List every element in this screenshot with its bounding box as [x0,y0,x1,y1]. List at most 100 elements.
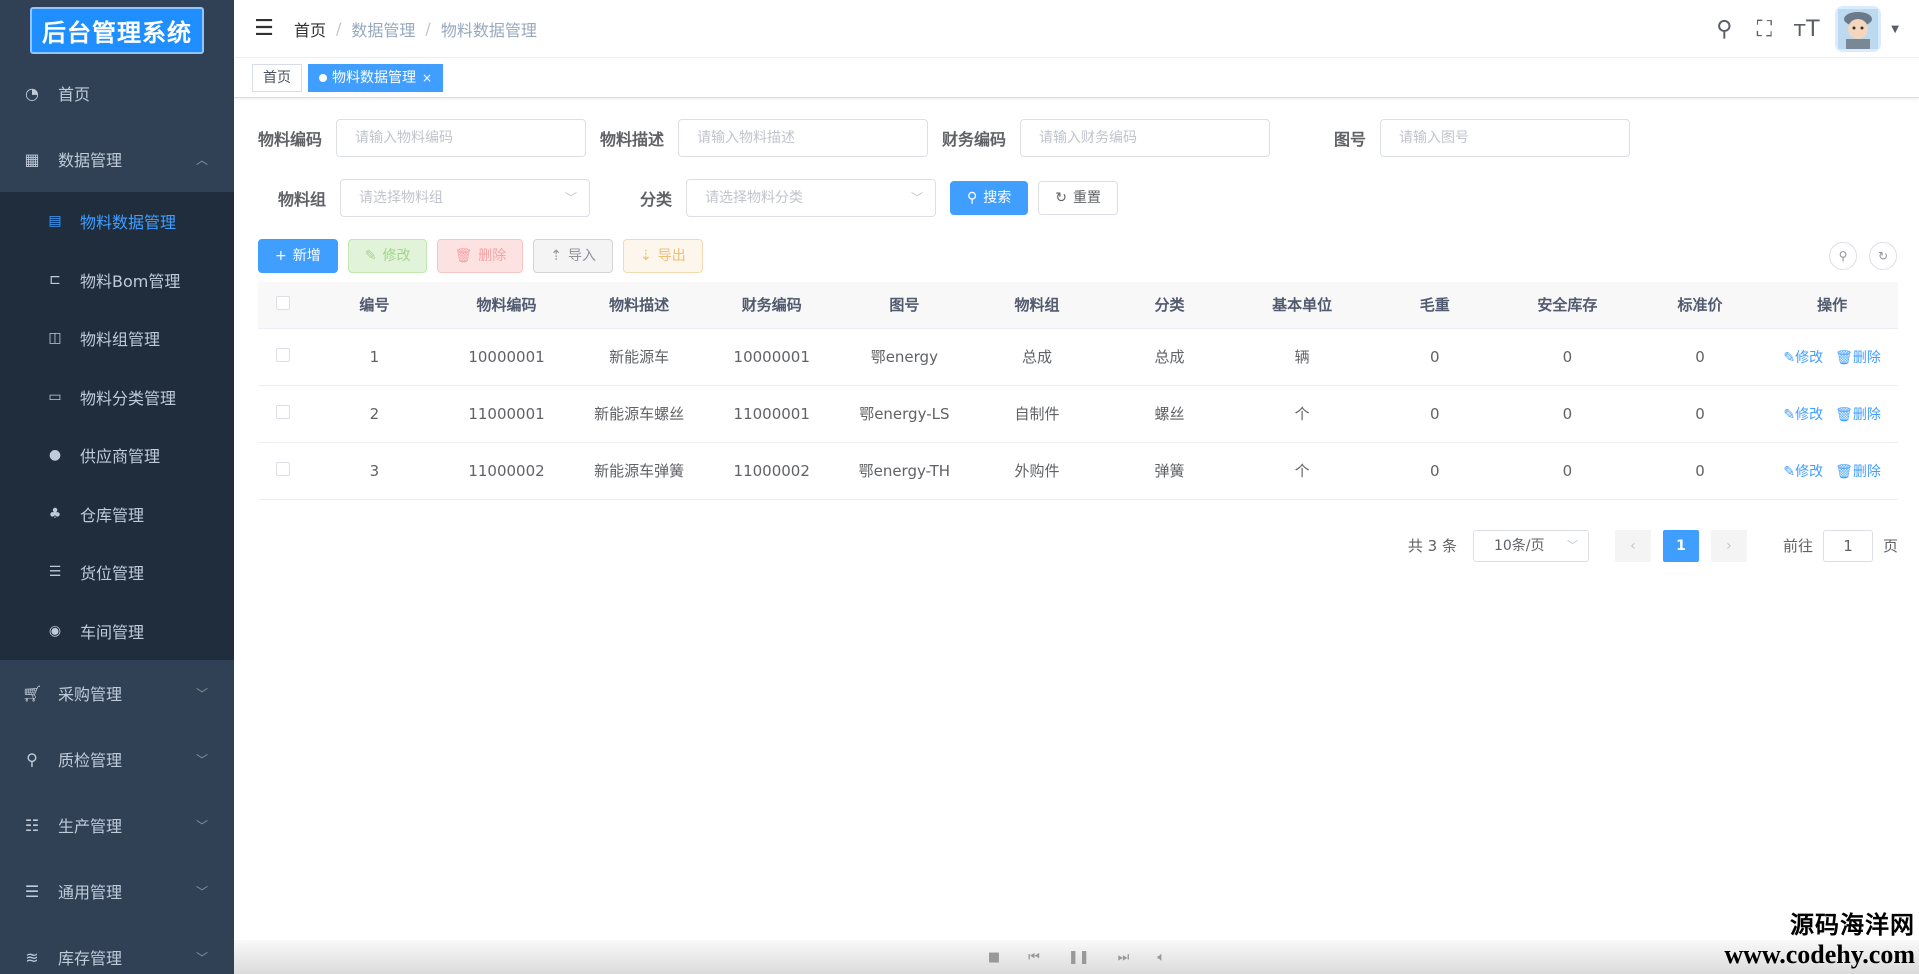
sidebar-item-production[interactable]: ☷ 生产管理 ﹀ [0,792,234,858]
row-delete-link[interactable]: 🗑︎删除 [1835,407,1881,423]
material-table: 编号 物料编码 物料描述 财务编码 图号 物料组 分类 基本单位 毛重 安全库存… [258,282,1898,500]
chevron-down-icon: ﹀ [195,884,208,899]
table-cell: 鄂energy [838,328,971,386]
chevron-down-icon: ﹀ [564,191,577,205]
sidebar-item-material-group[interactable]: ◫ 物料组管理 [0,309,234,368]
search-toggle-icon[interactable]: ⚲ [1829,242,1857,270]
edit-button[interactable]: ✎ 修改 [347,239,428,273]
goto-page-input[interactable]: 1 [1822,529,1873,562]
page-suffix: 页 [1882,537,1898,555]
breadcrumb-separator: / [336,19,342,38]
hamburger-icon[interactable]: ☰ [234,16,294,41]
row-edit-link[interactable]: ✎修改 [1783,350,1823,366]
breadcrumb-home[interactable]: 首页 [294,17,326,41]
category-placeholder: 请选择物料分类 [705,190,803,206]
row-edit-link[interactable]: ✎修改 [1783,407,1823,423]
tags-view: 首页 物料数据管理 × [234,58,1919,98]
export-button[interactable]: ⇣ 导出 [622,239,703,273]
plus-icon: + [275,248,287,264]
material-group-select[interactable]: 请选择物料组 ﹀ [340,179,590,217]
sidebar-item-material-category[interactable]: ▭ 物料分类管理 [0,368,234,427]
reset-button[interactable]: ↻ 重置 [1038,181,1118,215]
active-dot-icon [319,73,327,82]
sidebar-item-material-bom[interactable]: ⊏ 物料Bom管理 [0,251,234,310]
logo-text: 后台管理系统 [30,6,204,54]
caret-down-icon[interactable]: ▼ [1891,24,1899,35]
tag-home[interactable]: 首页 [252,63,302,92]
logo: 后台管理系统 [0,0,234,60]
rectangle-icon: ▭ [48,388,62,405]
watermark-line2: www.codehy.com [1724,940,1915,969]
font-size-icon[interactable]: ᴛT [1793,17,1819,42]
page-size-value: 10条/页 [1493,537,1545,554]
volume-icon[interactable]: 🔈︎ [1157,950,1165,965]
sidebar-item-location[interactable]: ☰ 货位管理 [0,543,234,602]
pause-icon[interactable]: ❚❚ [1068,950,1090,965]
table-cell: 新能源车 [572,328,706,386]
stop-icon[interactable]: ■ [988,950,1000,965]
actions-cell: ✎修改 🗑︎删除 [1766,328,1898,386]
material-desc-label: 物料描述 [600,130,665,149]
category-select[interactable]: 请选择物料分类 ﹀ [686,179,936,217]
material-code-input[interactable]: 请输入物料编码 [336,119,587,157]
search-button[interactable]: ⚲ 搜索 [950,181,1029,215]
edit-icon: ✎ [1783,463,1796,480]
select-all-checkbox[interactable] [276,295,291,310]
table-cell: 0 [1368,385,1502,443]
finance-code-input[interactable]: 请输入财务编码 [1020,119,1271,157]
actions-cell: ✎修改 🗑︎删除 [1766,385,1898,443]
prev-page-button[interactable]: ‹ [1614,529,1651,562]
import-button-label: 导入 [567,248,596,264]
watermark-line1: 源码海洋网 [1790,910,1915,939]
row-checkbox[interactable] [276,347,291,362]
drawing-no-input[interactable]: 请输入图号 [1380,119,1631,157]
sidebar-item-quality[interactable]: ⚲ 质检管理 ﹀ [0,726,234,792]
sidebar-item-workshop[interactable]: ◉ 车间管理 [0,602,234,661]
sidebar-item-supplier[interactable]: ● 供应商管理 [0,426,234,485]
sidebar-item-label: 仓库管理 [80,505,145,525]
table-cell: 鄂energy-LS [838,385,971,443]
sidebar-item-general[interactable]: ☰ 通用管理 ﹀ [0,858,234,924]
table-row: 3 11000002 新能源车弹簧 11000002 鄂energy-TH 外购… [258,442,1898,500]
delete-button[interactable]: 🗑︎ 删除 [437,239,524,273]
fullscreen-icon[interactable]: ⛶ [1753,17,1775,42]
actions-cell: ✎修改 🗑︎删除 [1766,442,1898,500]
table-cell: 个 [1235,385,1369,443]
sidebar-item-inventory[interactable]: ≋ 库存管理 ﹀ [0,924,234,974]
close-icon[interactable]: × [422,71,432,85]
page-number-button[interactable]: 1 [1662,529,1699,562]
column-header: 物料编码 [440,282,573,329]
sidebar-item-label: 数据管理 [58,151,123,170]
chevron-down-icon: ﹀ [195,686,208,701]
sidebar-item-material-data[interactable]: ▤ 物料数据管理 [0,192,234,251]
submenu-data-management: ▤ 物料数据管理 ⊏ 物料Bom管理 ◫ 物料组管理 ▭ 物料分类管理 ● 供应… [0,192,234,660]
tag-material-data[interactable]: 物料数据管理 × [308,63,444,92]
row-checkbox[interactable] [276,404,291,419]
sidebar-item-data-management[interactable]: ▦ 数据管理 ︿ [0,126,234,192]
finance-code-label: 财务编码 [942,130,1007,149]
column-header: 物料组 [970,282,1104,329]
page-size-select[interactable]: 10条/页 ﹀ [1472,529,1589,562]
previous-icon[interactable]: ⏮︎ [1028,950,1040,965]
material-desc-input[interactable]: 请输入物料描述 [678,119,929,157]
refresh-icon[interactable]: ↻ [1869,242,1897,270]
chevron-down-icon: ﹀ [910,191,923,205]
next-page-button[interactable]: › [1710,529,1747,562]
next-icon[interactable]: ⏭︎ [1118,950,1130,965]
search-icon[interactable]: ⚲ [1713,17,1735,42]
row-select-cell [258,328,309,386]
sidebar-item-label: 采购管理 [58,685,123,704]
avatar[interactable] [1835,6,1882,52]
import-button[interactable]: ⇡ 导入 [533,239,613,273]
row-delete-link[interactable]: 🗑︎删除 [1835,350,1881,366]
row-edit-link[interactable]: ✎修改 [1783,464,1823,480]
radio-icon: ◉ [48,622,62,639]
sidebar-item-purchase[interactable]: 🛒︎ 采购管理 ﹀ [0,660,234,726]
add-button[interactable]: + 新增 [258,239,338,273]
table-cell: 0 [1633,385,1767,443]
sidebar-item-warehouse[interactable]: ♣ 仓库管理 [0,485,234,544]
row-delete-link[interactable]: 🗑︎删除 [1835,464,1881,480]
row-delete-label: 删除 [1852,349,1881,366]
row-checkbox[interactable] [276,461,291,476]
sidebar-item-home[interactable]: ◔ 首页 [0,60,234,126]
